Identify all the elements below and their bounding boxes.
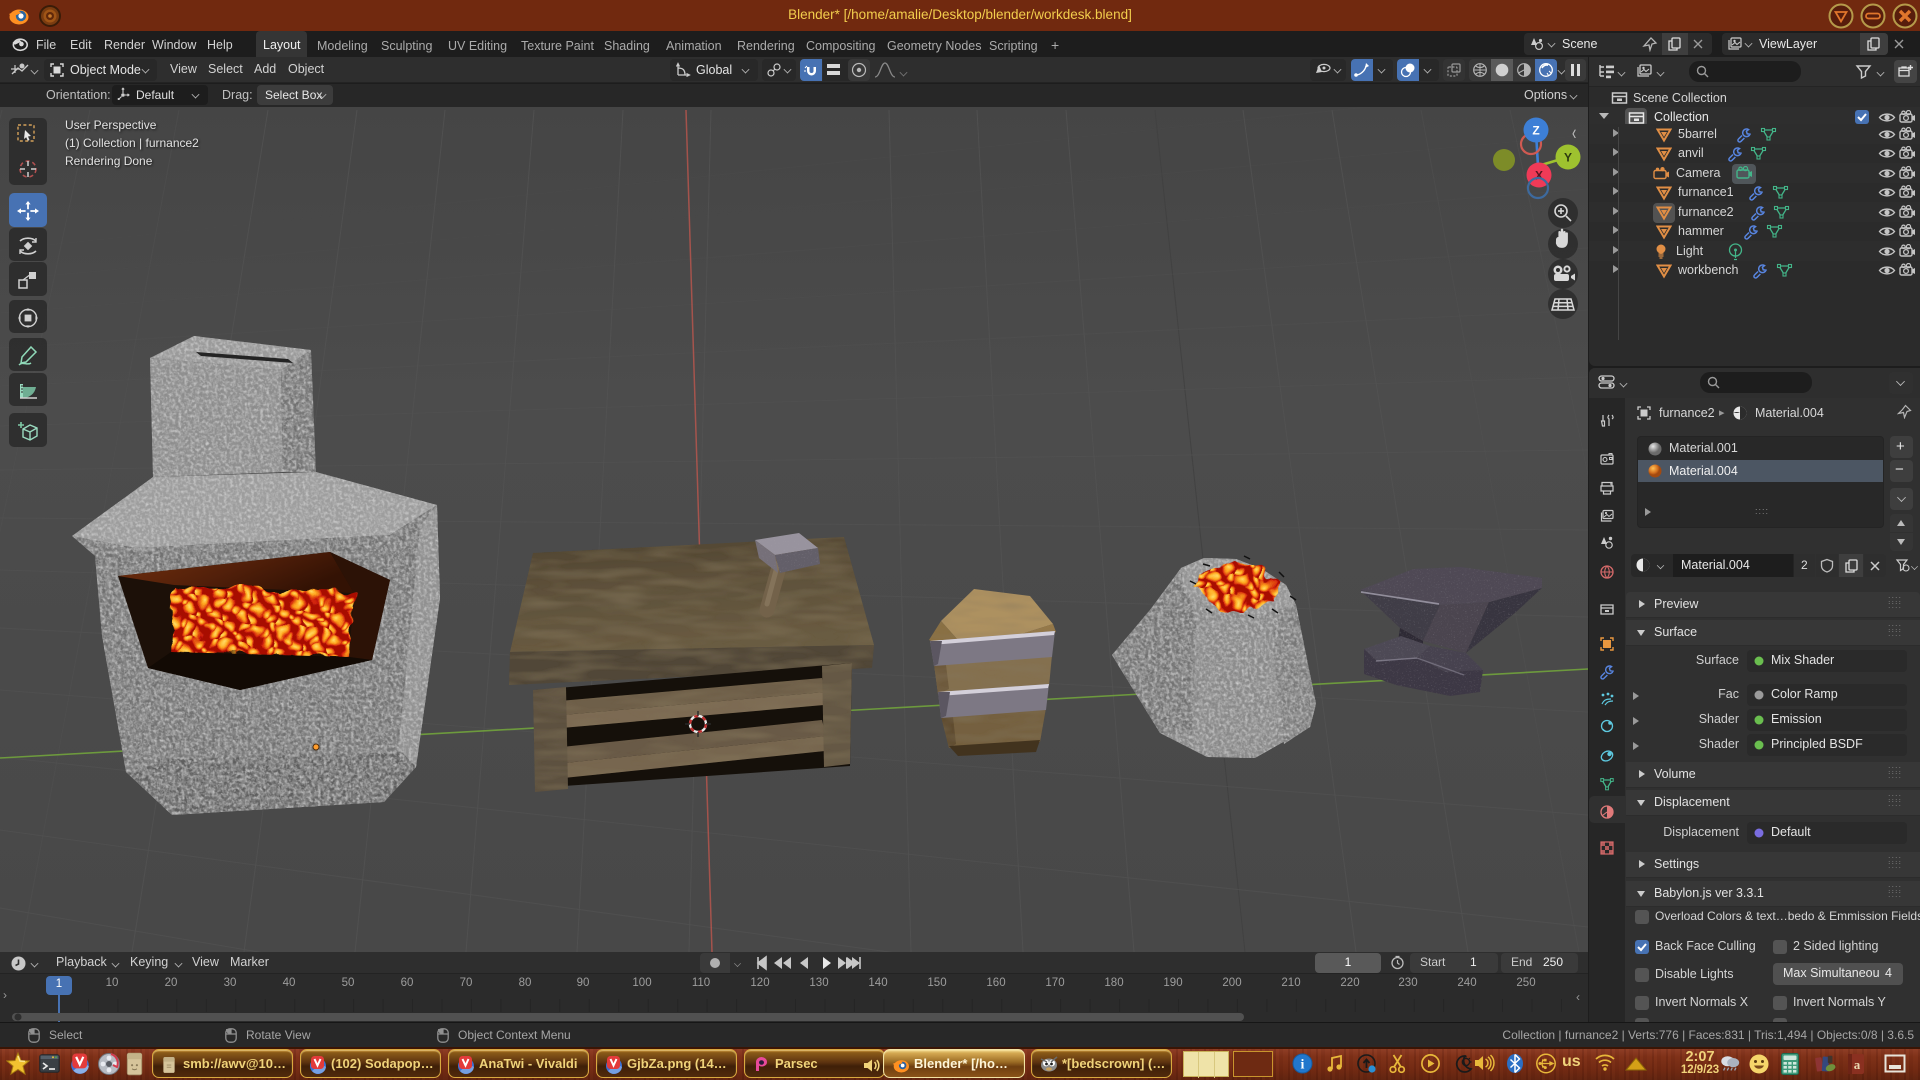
svg-text:X: X — [1535, 169, 1543, 183]
svg-text:Z: Z — [1532, 124, 1539, 138]
svg-text:i: i — [1301, 1058, 1305, 1073]
svg-text:Y: Y — [1564, 151, 1572, 165]
svg-text:a: a — [1854, 1057, 1861, 1072]
